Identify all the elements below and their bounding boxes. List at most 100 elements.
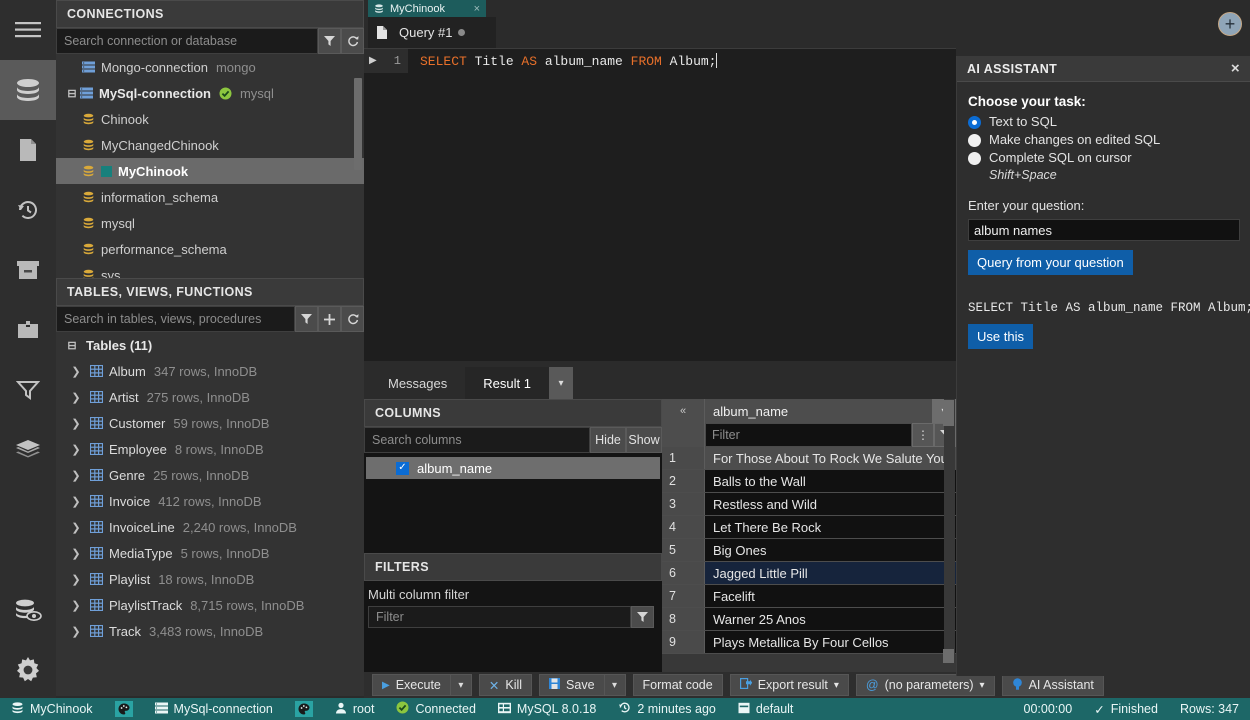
connections-scrollbar-thumb[interactable] [354, 78, 362, 170]
table-item-mediatype[interactable]: ❯ MediaType 5 rows, InnoDB [56, 540, 364, 566]
grid-collapse-icon[interactable]: « [662, 399, 705, 423]
archive-icon[interactable] [0, 240, 56, 300]
execute-button[interactable]: ▶ Execute [372, 674, 450, 696]
save-chevron-down-icon[interactable]: ▾ [603, 674, 626, 696]
grid-column-header-album-name[interactable]: album_name [705, 399, 932, 423]
connections-filter-icon[interactable] [318, 28, 341, 54]
radio-icon[interactable] [968, 134, 981, 147]
ai-query-button[interactable]: Query from your question [968, 250, 1133, 275]
cell-album-name[interactable]: Restless and Wild [705, 493, 956, 515]
run-line-icon[interactable]: ▶ [369, 55, 377, 67]
table-row[interactable]: 8 Warner 25 Anos [662, 608, 956, 631]
status-connection[interactable]: MySql-connection [144, 702, 284, 717]
chevron-right-icon[interactable]: ❯ [68, 625, 84, 638]
table-row[interactable]: 4 Let There Be Rock [662, 516, 956, 539]
table-row[interactable]: 2 Balls to the Wall [662, 470, 956, 493]
cell-album-name[interactable]: Warner 25 Anos [705, 608, 956, 630]
multi-column-filter-input[interactable] [368, 606, 631, 628]
menu-icon[interactable] [0, 0, 56, 60]
save-button[interactable]: Save [539, 674, 604, 696]
sql-text[interactable]: SELECT Title AS album_name FROM Album; [408, 53, 718, 69]
parameters-button[interactable]: @ (no parameters) ▾ [855, 674, 995, 696]
ai-option-complete-sql[interactable]: Complete SQL on cursor [968, 150, 1239, 165]
cell-album-name[interactable]: Jagged Little Pill [705, 562, 956, 584]
table-row[interactable]: 7 Facelift [662, 585, 956, 608]
tables-filter-icon[interactable] [295, 306, 318, 332]
table-item-track[interactable]: ❯ Track 3,483 rows, InnoDB [56, 618, 364, 644]
chevron-right-icon[interactable]: ❯ [68, 495, 84, 508]
table-row[interactable]: 5 Big Ones [662, 539, 956, 562]
layers-icon[interactable] [0, 420, 56, 480]
chevron-right-icon[interactable]: ❯ [68, 547, 84, 560]
chevron-right-icon[interactable]: ❯ [68, 469, 84, 482]
result-grid[interactable]: « album_name ▾ ⋮ 1For Those About To Roc… [662, 399, 956, 685]
table-item-genre[interactable]: ❯ Genre 25 rows, InnoDB [56, 462, 364, 488]
cell-album-name[interactable]: Plays Metallica By Four Cellos [705, 631, 956, 653]
grid-scroll-end-marker[interactable] [943, 649, 954, 663]
table-row[interactable]: 6 Jagged Little Pill [662, 562, 956, 585]
connection-tree-item-information-schema[interactable]: information_schema [56, 184, 364, 210]
status-db-theme-swatch[interactable] [104, 701, 144, 717]
export-chevron-down-icon[interactable]: ▾ [834, 680, 839, 691]
database-icon[interactable] [0, 60, 56, 120]
hide-columns-button[interactable]: Hide [590, 427, 626, 453]
status-user[interactable]: root [324, 702, 386, 717]
connections-tree[interactable]: Mongo-connection mongo ⊟ MySql-connection my… [56, 54, 364, 278]
close-icon[interactable]: × [464, 3, 480, 15]
file-icon[interactable] [0, 120, 56, 180]
tables-add-icon[interactable] [318, 306, 341, 332]
tab-messages[interactable]: Messages [370, 367, 465, 399]
cell-album-name[interactable]: For Those About To Rock We Salute You [705, 447, 956, 469]
connections-refresh-icon[interactable] [341, 28, 364, 54]
connection-tree-item-mychangedchinook[interactable]: MyChangedChinook [56, 132, 364, 158]
connection-tree-item-performance-schema[interactable]: performance_schema [56, 236, 364, 262]
status-conn-theme-swatch[interactable] [284, 701, 324, 717]
chevron-right-icon[interactable]: ❯ [68, 365, 84, 378]
collapse-icon[interactable]: ⊟ [64, 87, 80, 100]
tab-query-1[interactable]: Query #1 [368, 17, 496, 48]
grid-scroll-thumb[interactable] [943, 400, 954, 426]
tab-result-1[interactable]: Result 1 [465, 367, 549, 399]
tables-search-input[interactable] [56, 306, 295, 332]
execute-chevron-down-icon[interactable]: ▾ [449, 674, 472, 696]
cell-album-name[interactable]: Big Ones [705, 539, 956, 561]
table-item-customer[interactable]: ❯ Customer 59 rows, InnoDB [56, 410, 364, 436]
table-item-invoiceline[interactable]: ❯ InvoiceLine 2,240 rows, InnoDB [56, 514, 364, 540]
connection-tree-item-mysql[interactable]: mysql [56, 210, 364, 236]
chevron-right-icon[interactable]: ❯ [68, 599, 84, 612]
parameters-chevron-down-icon[interactable]: ▾ [980, 680, 985, 691]
grid-filter-menu-icon[interactable]: ⋮ [912, 423, 934, 447]
chevron-right-icon[interactable]: ❯ [68, 391, 84, 404]
tab-mychinook[interactable]: MyChinook × [368, 0, 486, 17]
show-columns-button[interactable]: Show [626, 427, 662, 453]
connection-tree-item-mychinook[interactable]: MyChinook [56, 158, 364, 184]
ai-option-text-to-sql[interactable]: Text to SQL [968, 114, 1239, 129]
collapse-icon[interactable]: ⊟ [64, 339, 80, 352]
multi-column-filter-icon[interactable] [631, 606, 654, 628]
radio-selected-icon[interactable] [968, 116, 981, 129]
grid-vertical-scrollbar[interactable] [943, 399, 955, 669]
table-row[interactable]: 9 Plays Metallica By Four Cellos [662, 631, 956, 654]
connection-search-input[interactable] [56, 28, 318, 54]
sql-editor[interactable]: ▶ 1 SELECT Title AS album_name FROM Albu… [364, 48, 956, 361]
status-database[interactable]: MyChinook [0, 701, 104, 717]
table-item-artist[interactable]: ❯ Artist 275 rows, InnoDB [56, 384, 364, 410]
checkbox-icon[interactable]: ✓ [396, 461, 409, 475]
table-row[interactable]: 3 Restless and Wild [662, 493, 956, 516]
kill-button[interactable]: ✕ Kill [478, 674, 533, 696]
cell-album-name[interactable]: Facelift [705, 585, 956, 607]
chevron-right-icon[interactable]: ❯ [68, 521, 84, 534]
gear-icon[interactable] [0, 640, 56, 700]
ai-question-input[interactable] [968, 219, 1240, 241]
ai-assistant-button[interactable]: AI Assistant [1001, 674, 1104, 696]
radio-icon-2[interactable] [968, 152, 981, 165]
ai-option-make-changes[interactable]: Make changes on edited SQL [968, 132, 1239, 147]
tables-tree[interactable]: ⊟ Tables (11) ❯ Album 347 rows, InnoDB ❯ Artis… [56, 332, 364, 696]
connection-tree-item-mysql-connection[interactable]: ⊟ MySql-connection mysql [56, 80, 364, 106]
database-view-icon[interactable] [0, 580, 56, 640]
chevron-right-icon[interactable]: ❯ [68, 443, 84, 456]
briefcase-icon[interactable] [0, 300, 56, 360]
format-code-button[interactable]: Format code [632, 674, 723, 696]
chevron-right-icon[interactable]: ❯ [68, 573, 84, 586]
cell-album-name[interactable]: Balls to the Wall [705, 470, 956, 492]
